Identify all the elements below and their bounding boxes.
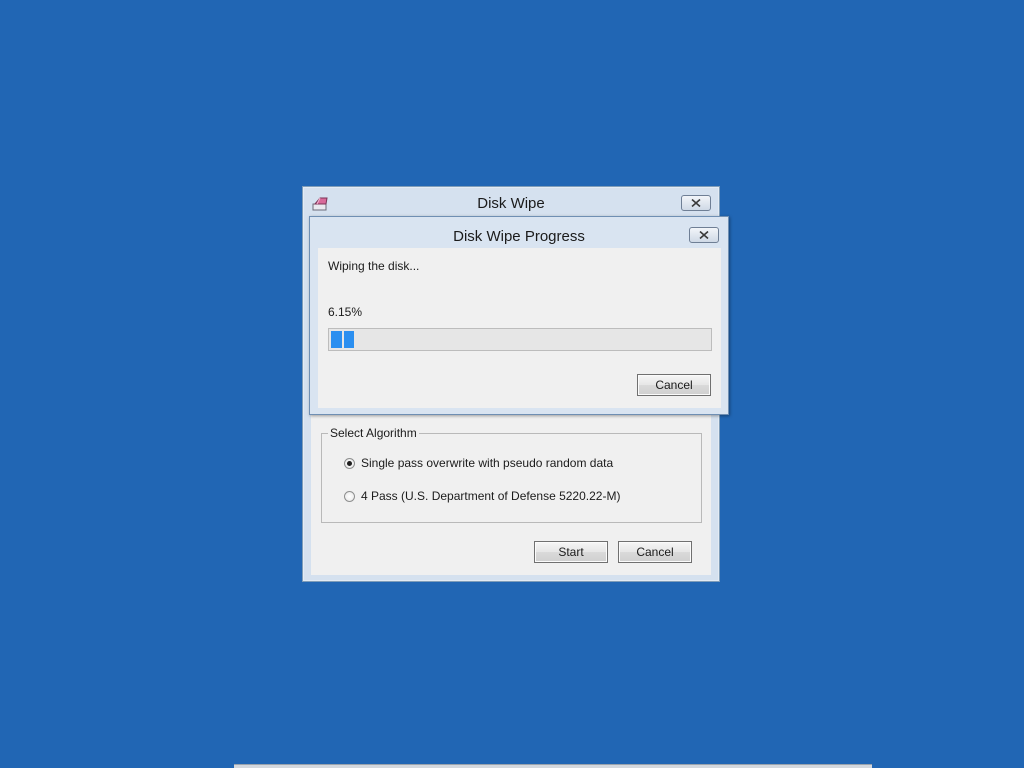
progress-cancel-button[interactable]: Cancel bbox=[637, 374, 711, 396]
close-icon bbox=[699, 226, 709, 244]
close-icon bbox=[691, 194, 701, 212]
progress-window-title: Disk Wipe Progress bbox=[453, 228, 585, 245]
progress-close-button[interactable] bbox=[689, 227, 719, 243]
progress-client-area: Wiping the disk... 6.15% Cancel bbox=[318, 248, 721, 408]
select-algorithm-group: Select Algorithm Single pass overwrite w… bbox=[321, 426, 702, 523]
start-button[interactable]: Start bbox=[534, 541, 608, 563]
group-label: Select Algorithm bbox=[328, 426, 419, 440]
cancel-button[interactable]: Cancel bbox=[618, 541, 692, 563]
taskbar bbox=[234, 764, 872, 768]
option-label: 4 Pass (U.S. Department of Defense 5220.… bbox=[361, 489, 621, 503]
desktop: Disk Wipe Select Algorithm Single pass o… bbox=[0, 0, 1024, 768]
disk-wipe-progress-window: Disk Wipe Progress Wiping the disk... 6.… bbox=[309, 216, 729, 415]
progress-bar-fill bbox=[331, 331, 355, 348]
status-text: Wiping the disk... bbox=[328, 259, 420, 273]
percent-text: 6.15% bbox=[328, 305, 363, 319]
option-label: Single pass overwrite with pseudo random… bbox=[361, 456, 614, 470]
close-button[interactable] bbox=[681, 195, 711, 211]
algorithm-option-4-pass[interactable]: 4 Pass (U.S. Department of Defense 5220.… bbox=[344, 489, 620, 503]
algorithm-option-single-pass[interactable]: Single pass overwrite with pseudo random… bbox=[344, 456, 613, 470]
window-title: Disk Wipe bbox=[477, 195, 545, 212]
disk-wipe-titlebar[interactable]: Disk Wipe bbox=[303, 187, 719, 217]
radio-button[interactable] bbox=[344, 490, 355, 502]
progress-bar bbox=[328, 328, 712, 351]
radio-button-checked[interactable] bbox=[344, 457, 355, 469]
